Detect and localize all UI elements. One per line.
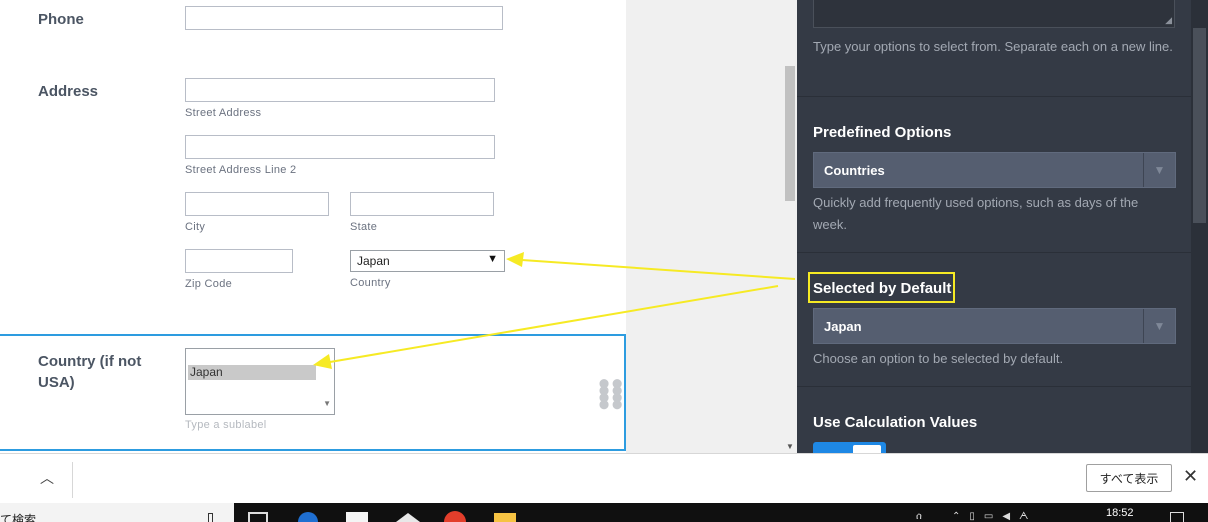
arrow-head-icon	[313, 354, 332, 369]
arrow-head-icon	[506, 252, 524, 267]
edge-browser-icon[interactable]	[298, 512, 318, 522]
app-icon[interactable]	[396, 513, 420, 522]
store-icon[interactable]	[346, 512, 368, 522]
divider	[72, 462, 73, 498]
download-bar: ︿ ✕	[0, 453, 1208, 503]
system-tray-icons[interactable]: ⌃▯▭◀ᗅ	[952, 511, 1037, 522]
chrome-icon[interactable]	[444, 511, 466, 522]
arrow-line-to-listbox	[329, 285, 779, 363]
task-view-icon[interactable]	[248, 512, 268, 522]
clock-time[interactable]: 18:52	[1106, 507, 1134, 519]
file-explorer-icon[interactable]	[494, 513, 516, 522]
people-icon[interactable]: ሰ	[916, 511, 922, 522]
taskbar-search-text: て検索	[0, 513, 37, 522]
annotation-arrows	[313, 252, 796, 369]
show-all-downloads-button[interactable]: すべて表示	[1086, 464, 1172, 492]
microphone-icon[interactable]	[208, 513, 213, 522]
taskbar-search-box[interactable]: て検索	[0, 503, 234, 522]
chevron-up-icon[interactable]: ︿	[40, 468, 54, 488]
notification-icon[interactable]	[1170, 512, 1184, 522]
arrow-line-to-country-select	[521, 259, 796, 280]
close-icon[interactable]: ✕	[1183, 466, 1198, 487]
